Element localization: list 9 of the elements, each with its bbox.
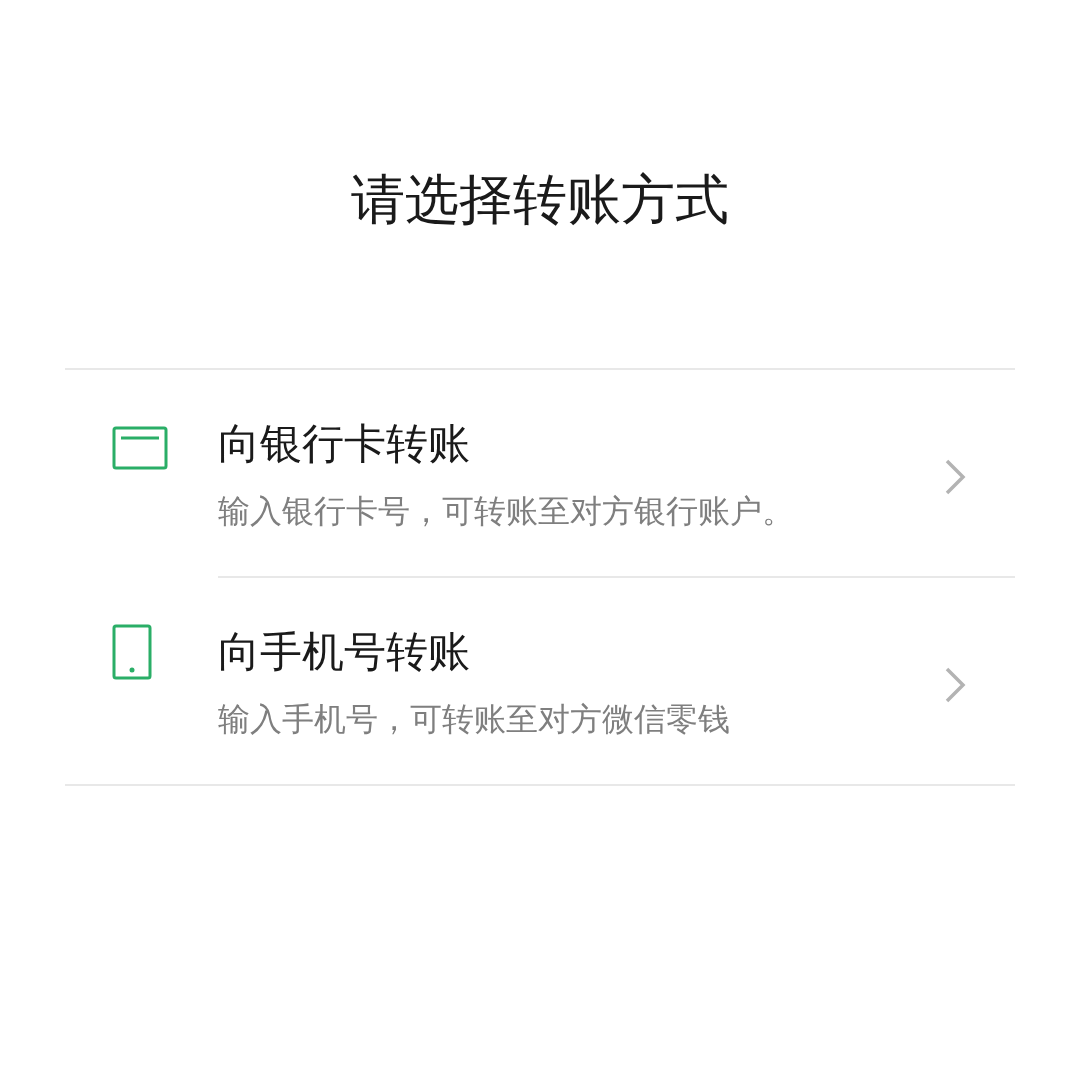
phone-icon	[112, 624, 152, 680]
chevron-icon	[943, 457, 967, 497]
page-title: 请选择转账方式	[350, 167, 730, 233]
card-icon	[112, 426, 168, 470]
option-description: 输入手机号，可转账至对方微信零钱	[218, 699, 731, 740]
option-description: 输入银行卡号，可转账至对方银行账户。	[218, 491, 795, 532]
option-title[interactable]: 向手机号转账	[218, 622, 903, 682]
chevron-icon	[943, 665, 967, 705]
option-title[interactable]: 向银行卡转账	[218, 414, 903, 474]
